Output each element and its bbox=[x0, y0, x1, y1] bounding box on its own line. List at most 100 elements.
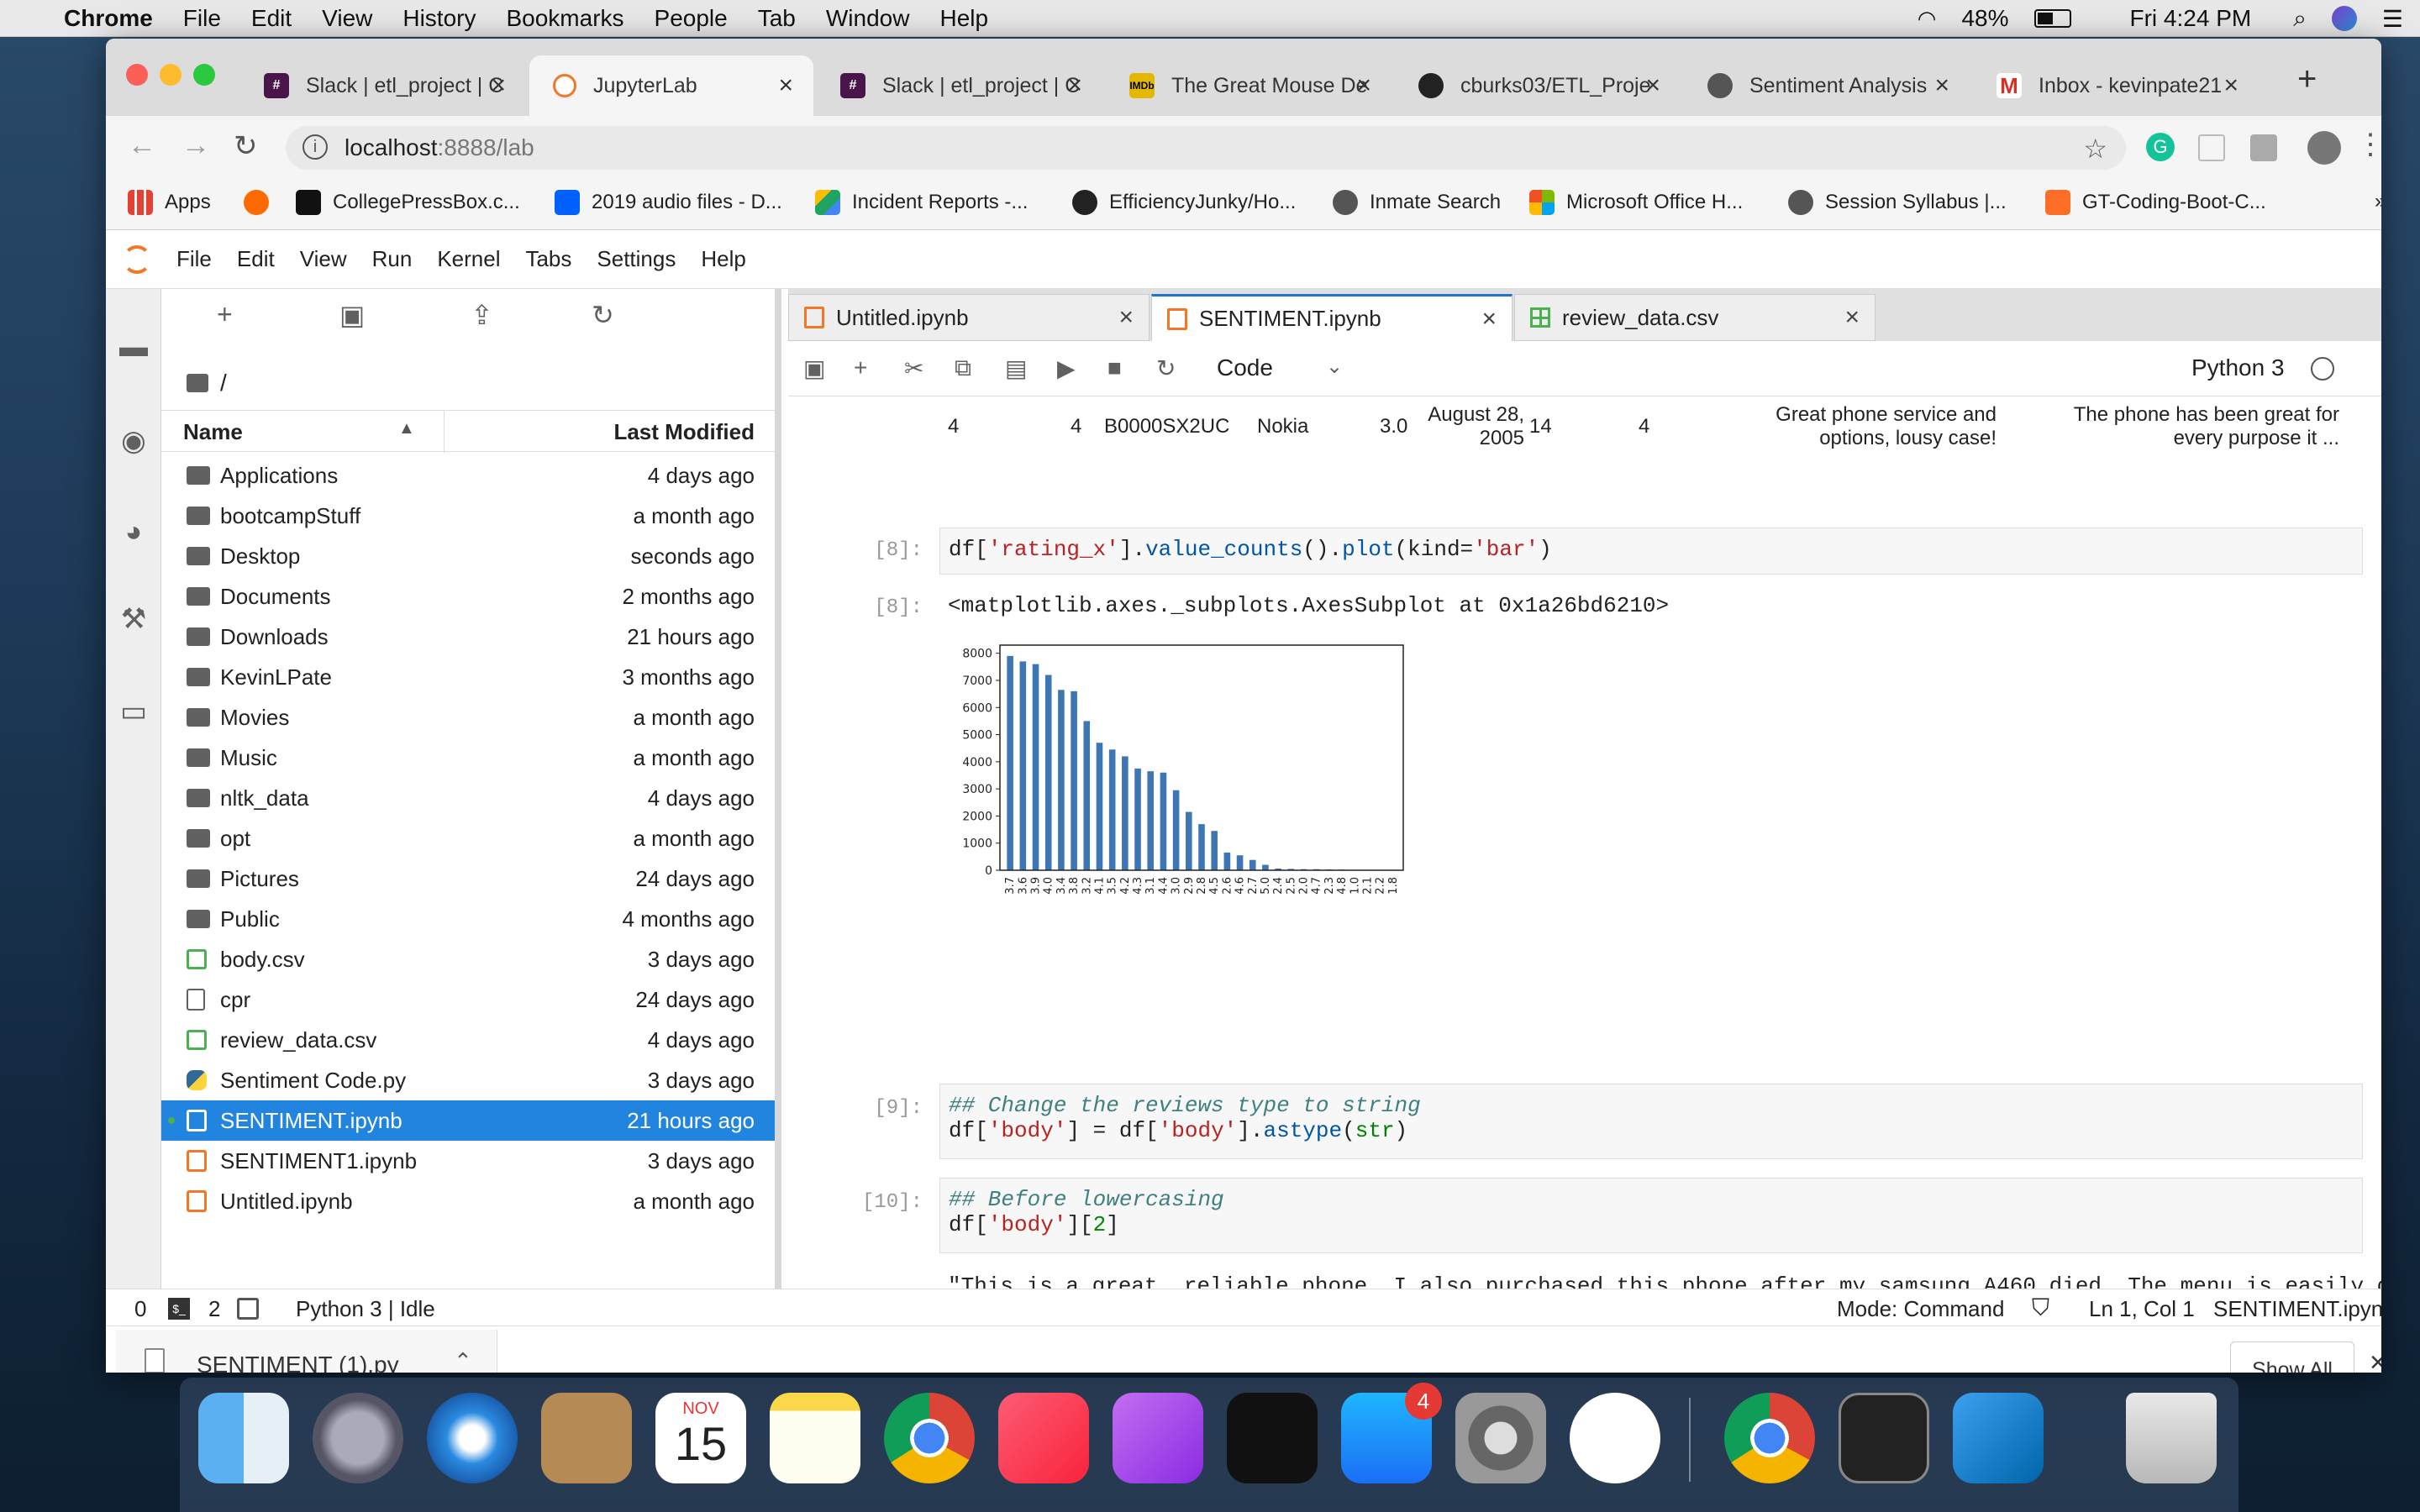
battery-icon[interactable] bbox=[2033, 9, 2071, 28]
safari-icon[interactable] bbox=[427, 1393, 518, 1483]
close-icon[interactable]: × bbox=[1356, 71, 1371, 100]
sort-ascending-icon[interactable]: ▲ bbox=[398, 419, 415, 438]
bookmark-music[interactable] bbox=[244, 190, 281, 215]
tabs-icon[interactable]: ▭ bbox=[118, 696, 150, 727]
cursor-position[interactable]: Ln 1, Col 1 bbox=[2089, 1296, 2195, 1322]
upload-icon[interactable]: ⇪ bbox=[471, 299, 493, 331]
file-list-item[interactable]: Public 4 months ago bbox=[161, 899, 775, 939]
menu-help[interactable]: Help bbox=[939, 5, 988, 32]
jl-menu-run[interactable]: Run bbox=[372, 246, 413, 272]
forward-icon[interactable]: → bbox=[182, 129, 210, 162]
running-sessions-icon[interactable]: ◉ bbox=[118, 425, 150, 457]
file-list-item[interactable]: Desktop seconds ago bbox=[161, 536, 775, 576]
browser-tab-jupyterlab[interactable]: JupyterLab × bbox=[529, 55, 813, 116]
podcasts-icon[interactable] bbox=[1113, 1393, 1203, 1483]
notes-icon[interactable] bbox=[770, 1393, 860, 1483]
doc-tab-untitled[interactable]: Untitled.ipynb × bbox=[788, 294, 1150, 341]
chrome-menu-icon[interactable]: ⋮ bbox=[2356, 128, 2381, 161]
close-icon[interactable]: × bbox=[2370, 1347, 2381, 1373]
chrome-icon[interactable] bbox=[1724, 1393, 1815, 1483]
save-icon[interactable]: ▣ bbox=[803, 354, 825, 382]
terminal-icon[interactable] bbox=[1839, 1393, 1929, 1483]
bookmark-gitlab[interactable]: GT-Coding-Boot-C... bbox=[2045, 190, 2266, 215]
copy-icon[interactable]: ⧉ bbox=[955, 354, 971, 382]
close-icon[interactable]: × bbox=[1844, 303, 1860, 332]
new-tab-button[interactable]: + bbox=[2297, 60, 2317, 98]
contacts-icon[interactable] bbox=[541, 1393, 632, 1483]
file-list-item[interactable]: cpr 24 days ago bbox=[161, 979, 775, 1020]
doc-tab-sentiment[interactable]: SENTIMENT.ipynb × bbox=[1151, 294, 1512, 341]
kernel-status[interactable]: Python 3 | Idle bbox=[296, 1296, 435, 1322]
wifi-icon[interactable]: ◠ bbox=[1918, 6, 1937, 32]
back-icon[interactable]: ← bbox=[128, 129, 156, 162]
menu-view[interactable]: View bbox=[322, 5, 372, 32]
trash-icon[interactable] bbox=[2126, 1393, 2217, 1483]
code-cell-10[interactable]: ## Before lowercasing df['body'][2] bbox=[939, 1178, 2363, 1253]
address-bar[interactable]: i localhost:8888/lab ☆ bbox=[286, 126, 2126, 170]
system-preferences-icon[interactable] bbox=[1455, 1393, 1546, 1483]
vscode-icon[interactable] bbox=[1953, 1393, 2044, 1483]
jl-menu-view[interactable]: View bbox=[300, 246, 347, 272]
music-icon[interactable] bbox=[998, 1393, 1089, 1483]
file-list-item[interactable]: bootcampStuff a month ago bbox=[161, 496, 775, 536]
jl-menu-kernel[interactable]: Kernel bbox=[437, 246, 500, 272]
refresh-icon[interactable]: ↻ bbox=[592, 299, 614, 331]
close-icon[interactable]: × bbox=[1481, 305, 1497, 333]
menu-window[interactable]: Window bbox=[826, 5, 910, 32]
close-icon[interactable]: × bbox=[1934, 71, 1949, 100]
file-list-item[interactable]: nltk_data 4 days ago bbox=[161, 778, 775, 818]
file-list-item[interactable]: KevinLPate 3 months ago bbox=[161, 657, 775, 697]
extension-icon[interactable] bbox=[2250, 134, 2277, 161]
reload-icon[interactable]: ↻ bbox=[234, 129, 258, 163]
notification-center-icon[interactable]: ☰ bbox=[2382, 5, 2403, 33]
bookmark-apps[interactable]: Apps bbox=[128, 190, 211, 215]
calendar-icon[interactable]: NOV 15 bbox=[655, 1393, 746, 1483]
browser-tab-github[interactable]: cburks03/ETL_Proje × bbox=[1395, 55, 1681, 116]
browser-tab-gmail[interactable]: M Inbox - kevinpate21 × bbox=[1973, 55, 2259, 116]
jl-menu-help[interactable]: Help bbox=[701, 246, 745, 272]
paste-icon[interactable]: ▤ bbox=[1005, 354, 1027, 382]
file-list-item[interactable]: Music a month ago bbox=[161, 738, 775, 778]
maximize-window-button[interactable] bbox=[193, 64, 215, 86]
file-list-item[interactable]: Untitled.ipynb a month ago bbox=[161, 1181, 775, 1221]
download-item[interactable]: SENTIMENT (1).py ⌃ bbox=[116, 1330, 497, 1373]
jl-menu-settings[interactable]: Settings bbox=[597, 246, 676, 272]
extension-icon[interactable] bbox=[2198, 134, 2225, 161]
spotlight-search-icon[interactable]: ⌕ bbox=[2293, 5, 2307, 33]
trusted-shield-icon[interactable]: ⛉ bbox=[2032, 1294, 2049, 1322]
show-all-button[interactable]: Show All bbox=[2230, 1341, 2354, 1373]
file-list-item[interactable]: Documents 2 months ago bbox=[161, 576, 775, 617]
slack-icon[interactable] bbox=[1570, 1393, 1660, 1483]
palette-icon[interactable]: ◕ bbox=[118, 516, 150, 548]
bookmark-star-icon[interactable]: ☆ bbox=[2083, 133, 2107, 165]
jl-menu-edit[interactable]: Edit bbox=[237, 246, 275, 272]
info-icon[interactable]: i bbox=[302, 134, 328, 160]
terminal-icon[interactable]: $_ bbox=[168, 1298, 190, 1320]
kernel-chip-icon[interactable] bbox=[237, 1298, 259, 1320]
file-list-item[interactable]: Applications 4 days ago bbox=[161, 455, 775, 496]
clock[interactable]: Fri 4:24 PM bbox=[2130, 5, 2252, 32]
wrench-icon[interactable]: ⚒ bbox=[118, 603, 150, 635]
close-icon[interactable]: × bbox=[1118, 303, 1134, 332]
finder-icon[interactable] bbox=[198, 1393, 289, 1483]
browser-tab-slack-2[interactable]: # Slack | etl_project | C × bbox=[817, 55, 1102, 116]
code-cell-9[interactable]: ## Change the reviews type to string df[… bbox=[939, 1084, 2363, 1159]
app-menu-chrome[interactable]: Chrome bbox=[64, 5, 153, 32]
restart-kernel-icon[interactable]: ↻ bbox=[1156, 354, 1176, 382]
doc-tab-review-data[interactable]: review_data.csv × bbox=[1514, 294, 1876, 341]
bookmark-session-syllabus[interactable]: Session Syllabus |... bbox=[1788, 190, 2007, 215]
menu-file[interactable]: File bbox=[183, 5, 221, 32]
menu-edit[interactable]: Edit bbox=[251, 5, 292, 32]
status-terminals-count[interactable]: 0 bbox=[134, 1296, 146, 1322]
cell-type-select[interactable]: Code bbox=[1217, 354, 1273, 381]
app-store-icon[interactable]: 4 bbox=[1341, 1383, 1442, 1483]
cut-icon[interactable]: ✂ bbox=[904, 354, 923, 382]
chevron-down-icon[interactable]: ⌄ bbox=[1326, 354, 1343, 379]
menu-bookmarks[interactable]: Bookmarks bbox=[506, 5, 623, 32]
browser-tab-slack-1[interactable]: # Slack | etl_project | C × bbox=[240, 55, 526, 116]
chrome-icon[interactable] bbox=[884, 1393, 975, 1483]
chevron-up-icon[interactable]: ⌃ bbox=[454, 1348, 472, 1373]
bookmark-dropbox[interactable]: 2019 audio files - D... bbox=[555, 190, 782, 215]
menu-history[interactable]: History bbox=[402, 5, 476, 32]
run-icon[interactable]: ▶ bbox=[1057, 354, 1076, 382]
